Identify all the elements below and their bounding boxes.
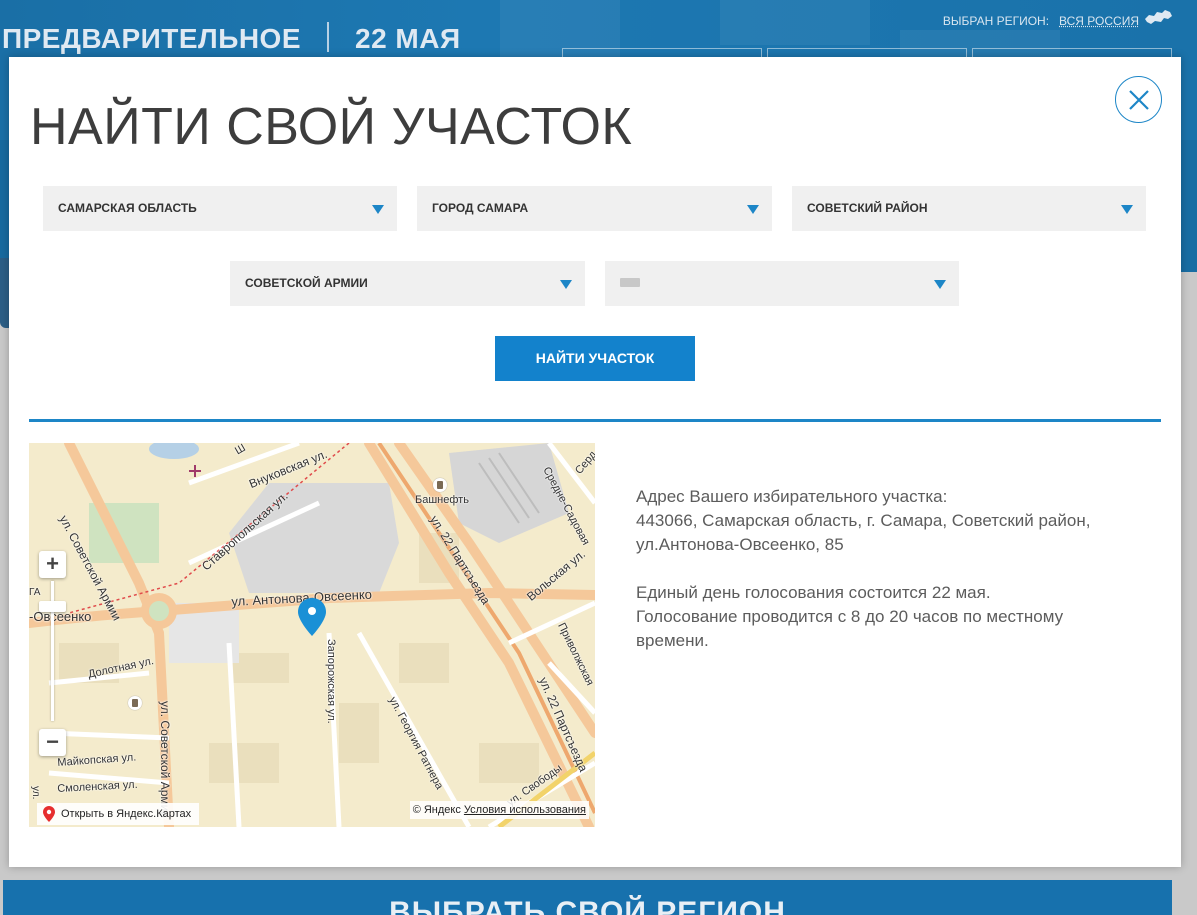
find-precinct-modal: НАЙТИ СВОЙ УЧАСТОК САМАРСКАЯ ОБЛАСТЬ ГОР…	[9, 57, 1181, 867]
district-select-value: СОВЕТСКИЙ РАЙОН	[807, 201, 928, 215]
chevron-down-icon	[372, 205, 384, 214]
map-street-label: ГА	[29, 587, 41, 598]
close-icon	[1129, 90, 1149, 110]
terms-of-use-link[interactable]: Условия использования	[464, 804, 586, 816]
address-block: Адрес Вашего избирательного участка: 443…	[636, 485, 1106, 557]
city-select[interactable]: ГОРОД САМАРА	[417, 186, 772, 231]
copyright-text: © Яндекс	[412, 804, 461, 816]
map-street-label: ул.	[30, 786, 41, 800]
region-value-link[interactable]: ВСЯ РОССИЯ	[1059, 14, 1139, 28]
poi-label: Башнефть	[415, 494, 469, 506]
gas-station-icon[interactable]	[433, 478, 447, 492]
chevron-down-icon	[934, 280, 946, 289]
region-label: ВЫБРАН РЕГИОН:	[942, 14, 1050, 28]
chevron-down-icon	[1121, 205, 1133, 214]
map-copyright: © Яндекс Условия использования	[409, 801, 589, 819]
voting-hours-text: Голосование проводится с 8 до 20 часов п…	[636, 607, 1064, 650]
site-title: ПРЕДВАРИТЕЛЬНОЕ 22 МАЯ	[2, 22, 461, 55]
open-in-yandex-maps-link[interactable]: Открыть в Яндекс.Картах	[37, 803, 200, 825]
divider	[29, 419, 1161, 422]
address-heading: Адрес Вашего избирательного участка:	[636, 487, 948, 506]
choose-region-button[interactable]: ВЫБРАТЬ СВОЙ РЕГИОН	[3, 880, 1172, 915]
region-select[interactable]: САМАРСКАЯ ОБЛАСТЬ	[43, 186, 397, 231]
find-precinct-button[interactable]: НАЙТИ УЧАСТОК	[495, 336, 695, 381]
site-title-date: 22 МАЯ	[355, 23, 461, 54]
open-in-yandex-maps-label: Открыть в Яндекс.Картах	[61, 808, 192, 820]
close-button[interactable]	[1115, 76, 1162, 123]
chevron-down-icon	[747, 205, 759, 214]
street-select-value: СОВЕТСКОЙ АРМИИ	[245, 276, 368, 290]
voting-date-text: Единый день голосования состоится 22 мая…	[636, 583, 991, 602]
map-street-label: ул. Советской Армии	[158, 701, 172, 819]
house-select-value	[620, 278, 640, 287]
district-select[interactable]: СОВЕТСКИЙ РАЙОН	[792, 186, 1146, 231]
title-separator	[327, 22, 329, 52]
precinct-info: Адрес Вашего избирательного участка: 443…	[636, 485, 1106, 653]
zoom-out-button[interactable]: −	[39, 729, 66, 756]
yandex-pin-icon	[43, 806, 55, 822]
region-select-value: САМАРСКАЯ ОБЛАСТЬ	[58, 201, 197, 215]
city-select-value: ГОРОД САМАРА	[432, 201, 529, 215]
gas-station-icon[interactable]	[128, 696, 142, 710]
site-title-part1: ПРЕДВАРИТЕЛЬНОЕ	[2, 23, 301, 54]
map-street-label: Запорожская ул.	[325, 639, 337, 724]
location-pin-icon[interactable]	[297, 597, 327, 637]
schedule-block: Единый день голосования состоится 22 мая…	[636, 581, 1106, 653]
yandex-map[interactable]: ул. Советской Армии Внуковская ул. Ставр…	[29, 443, 595, 827]
zoom-in-button[interactable]: +	[39, 551, 66, 578]
precinct-address: 443066, Самарская область, г. Самара, Со…	[636, 511, 1091, 554]
modal-title: НАЙТИ СВОЙ УЧАСТОК	[30, 98, 633, 156]
chevron-down-icon	[560, 280, 572, 289]
house-select[interactable]	[605, 261, 959, 306]
region-selector[interactable]: ВЫБРАН РЕГИОН: ВСЯ РОССИЯ	[943, 14, 1139, 28]
street-select[interactable]: СОВЕТСКОЙ АРМИИ	[230, 261, 585, 306]
russia-map-icon[interactable]	[1143, 9, 1173, 27]
zoom-slider-handle[interactable]	[39, 601, 66, 612]
